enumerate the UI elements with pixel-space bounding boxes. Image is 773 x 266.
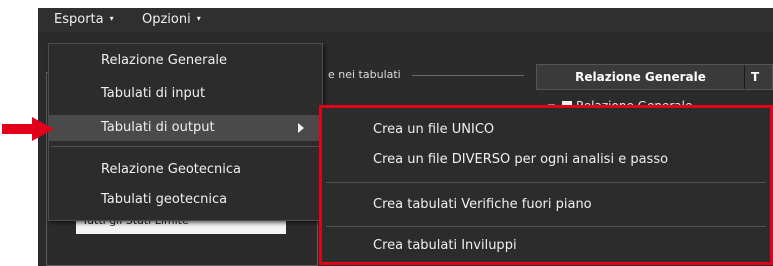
groupbox-top-border <box>412 75 524 76</box>
menu-item-tabulati-geotecnica[interactable]: Tabulati geotecnica <box>49 187 322 213</box>
menu-esporta[interactable]: Esporta ▾ <box>54 12 114 27</box>
menu-item-label: Relazione Geotecnica <box>101 162 242 177</box>
menu-item-relazione-generale[interactable]: Relazione Generale <box>49 48 322 74</box>
submenu-item-file-diverso[interactable]: Crea un file DIVERSO per ogni analisi e … <box>322 147 770 173</box>
esporta-dropdown-menu: Relazione Generale Tabulati di input Tab… <box>48 43 323 221</box>
menu-opzioni[interactable]: Opzioni ▾ <box>142 12 201 27</box>
submenu-item-label: Crea un file UNICO <box>373 122 495 137</box>
chevron-down-icon: ▾ <box>109 14 114 23</box>
chevron-down-icon: ▾ <box>196 14 201 23</box>
menu-item-label: Relazione Generale <box>101 53 228 68</box>
red-arrow-icon <box>2 117 54 141</box>
submenu-separator <box>326 182 766 183</box>
menu-esporta-label: Esporta <box>54 12 104 27</box>
menu-item-tabulati-output[interactable]: Tabulati di output <box>49 115 322 141</box>
menu-opzioni-label: Opzioni <box>142 12 191 27</box>
tab-relazione-generale[interactable]: Relazione Generale <box>537 65 745 89</box>
menu-item-label: Tabulati geotecnica <box>101 192 228 207</box>
submenu-separator <box>326 226 766 227</box>
menu-item-relazione-geotecnica[interactable]: Relazione Geotecnica <box>49 157 322 183</box>
submenu-item-file-unico[interactable]: Crea un file UNICO <box>322 117 770 143</box>
report-tabs: Relazione Generale T <box>536 64 773 90</box>
tab-next[interactable]: T <box>751 65 759 89</box>
submenu-item-label: Crea tabulati Verifiche fuori piano <box>373 197 592 212</box>
submenu-item-label: Crea tabulati Inviluppi <box>373 238 517 253</box>
groupbox-legend: e nei tabulati <box>326 68 403 81</box>
menu-bar: Esporta ▾ Opzioni ▾ <box>38 8 773 32</box>
submenu-item-verifiche-fuori-piano[interactable]: Crea tabulati Verifiche fuori piano <box>322 192 770 218</box>
menu-item-label: Tabulati di output <box>101 120 215 135</box>
submenu-item-label: Crea un file DIVERSO per ogni analisi e … <box>373 152 669 167</box>
menu-item-label: Tabulati di input <box>101 86 206 101</box>
menu-separator <box>51 146 320 147</box>
tabulati-output-submenu: Crea un file UNICO Crea un file DIVERSO … <box>319 105 773 265</box>
chevron-right-icon <box>298 123 304 133</box>
menu-item-tabulati-input[interactable]: Tabulati di input <box>49 81 322 107</box>
submenu-item-inviluppi[interactable]: Crea tabulati Inviluppi <box>322 233 770 259</box>
